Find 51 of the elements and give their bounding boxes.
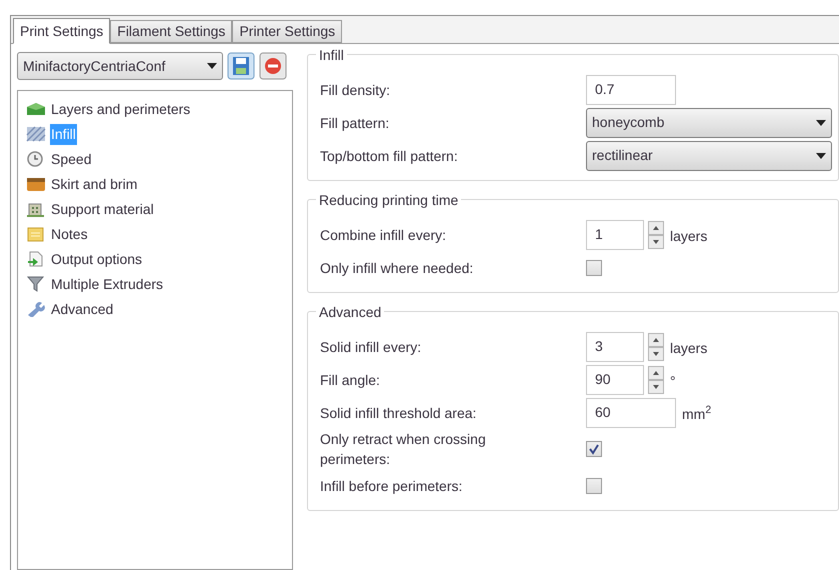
spin-buttons[interactable] — [648, 332, 664, 360]
field-label: Only retract when crossing perimeters: — [320, 430, 487, 469]
unit-label: mm$^{2}$ — [682, 404, 712, 424]
note-icon — [26, 226, 46, 242]
box-icon — [26, 176, 46, 192]
sidebar-item[interactable]: Skirt and brim — [50, 174, 138, 194]
input-field[interactable]: 3 — [586, 332, 644, 362]
unit-label: layers — [670, 338, 708, 358]
sidebar-item[interactable]: Output options — [50, 248, 144, 270]
unit-label: layers — [670, 226, 708, 246]
sidebar-item[interactable]: Support material — [50, 198, 155, 220]
tab[interactable]: Printer Settings — [232, 20, 342, 43]
sidebar-item[interactable]: Layers and perimeters — [50, 98, 192, 120]
sidebar-item[interactable]: Speed — [50, 148, 92, 170]
input-field[interactable]: 0.7 — [586, 74, 676, 104]
field-label: Fill density: — [320, 80, 392, 100]
field-label: Fill angle: — [320, 370, 381, 390]
wrench-icon — [26, 301, 46, 317]
field-label: Solid infill threshold area: — [320, 404, 478, 422]
caret-icon — [207, 63, 217, 69]
dropdown[interactable]: rectilinear — [586, 140, 832, 170]
preset-dropdown[interactable]: MinifactoryCentriaConf — [17, 52, 223, 80]
input-field[interactable]: 1 — [586, 220, 644, 250]
hatch-icon — [26, 126, 46, 142]
input-field[interactable]: 90 — [586, 364, 644, 394]
building-icon — [26, 201, 46, 217]
field-label: Combine infill every: — [320, 226, 448, 244]
field-label: Fill pattern: — [320, 114, 390, 132]
caret-icon — [816, 120, 826, 126]
delete-icon[interactable] — [259, 52, 287, 80]
field-label: Solid infill every: — [320, 338, 422, 356]
sidebar-item[interactable]: Multiple Extruders — [50, 274, 164, 294]
spin-buttons[interactable] — [648, 220, 664, 248]
tab[interactable]: Print Settings — [13, 18, 110, 44]
save-icon[interactable] — [227, 52, 255, 80]
spin-buttons[interactable] — [648, 366, 664, 394]
caret-icon — [816, 152, 826, 158]
checkbox[interactable] — [586, 478, 602, 494]
input-field[interactable]: 60 — [586, 398, 676, 428]
funnel-icon — [26, 276, 46, 292]
sidebar-item[interactable]: Advanced — [50, 298, 114, 320]
checkbox[interactable] — [586, 260, 602, 276]
field-label: Infill before perimeters: — [320, 476, 464, 496]
layers-icon — [26, 101, 46, 117]
field-label: Only infill where needed: — [320, 258, 474, 278]
unit-label: ° — [670, 372, 676, 390]
tab[interactable]: Filament Settings — [110, 20, 232, 43]
dropdown[interactable]: honeycomb — [586, 108, 832, 138]
checkbox[interactable] — [586, 441, 602, 457]
field-label: Top/bottom fill pattern: — [320, 146, 459, 166]
sidebar-item[interactable]: Notes — [50, 224, 89, 244]
